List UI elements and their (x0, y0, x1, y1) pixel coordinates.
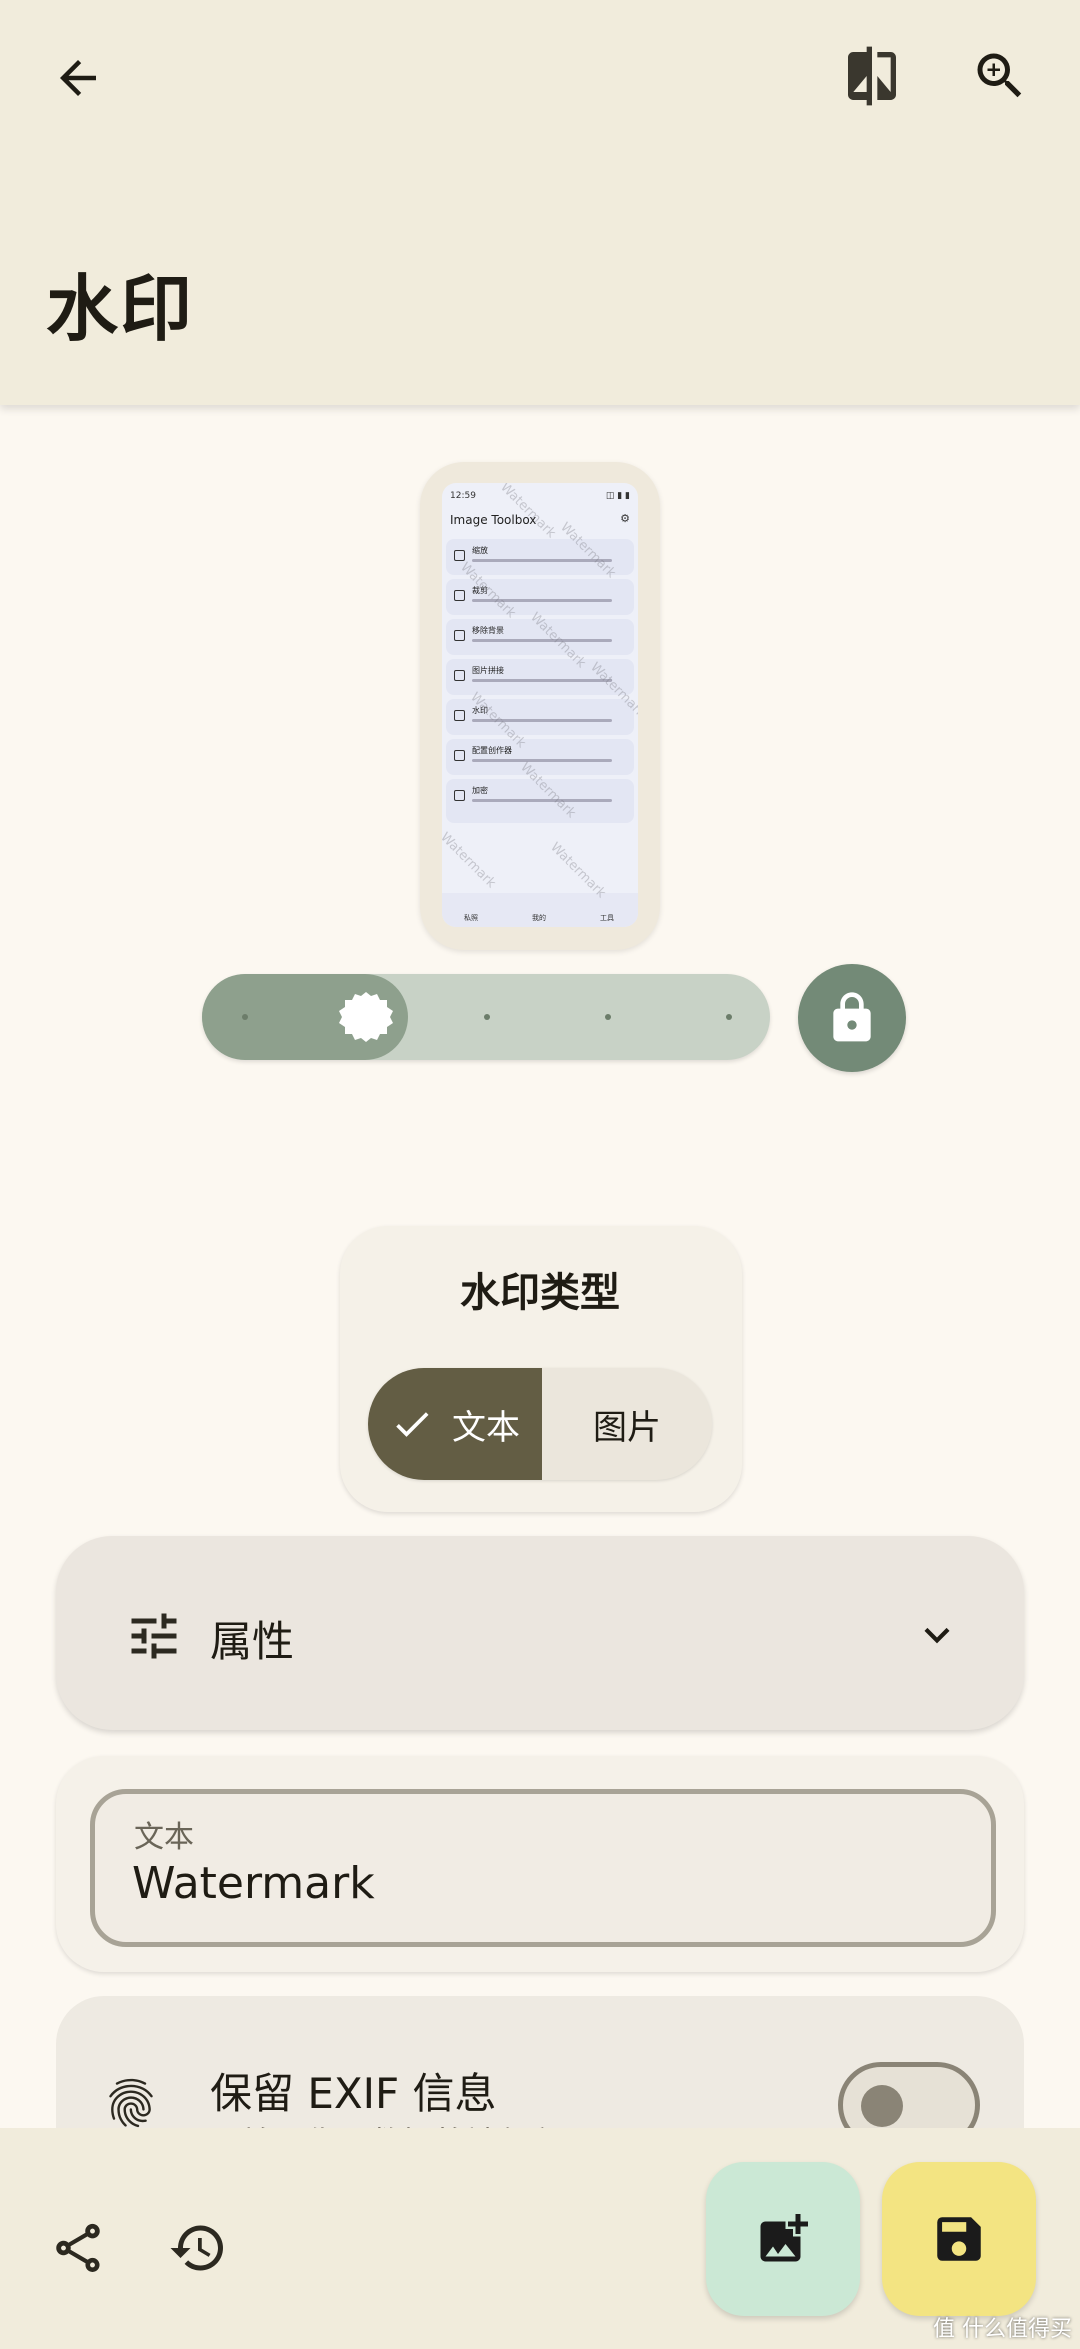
page-title: 水印 (46, 267, 195, 351)
zoom-in-icon (977, 53, 1022, 98)
preview-watermark: Watermark (442, 829, 499, 892)
lock-button[interactable] (798, 964, 906, 1072)
image-preview[interactable]: 12:59 ◫ ▮ ▮ Image Toolbox ⚙ 缩放 裁剪 移除背景 图… (442, 483, 638, 927)
compare-icon (848, 46, 896, 106)
fingerprint-icon (109, 2078, 153, 2128)
preview-nav-bar: 私照 我的 工具 (442, 893, 638, 927)
preview-status-time: 12:59 (450, 491, 476, 501)
source-watermark: 值 什么值得买 (933, 2317, 1072, 2342)
chevron-down-icon (924, 1627, 950, 1644)
save-button[interactable] (882, 2162, 1036, 2316)
history-button[interactable] (164, 2214, 232, 2282)
type-image-label: 图片 (593, 1407, 661, 1448)
preview-status-icons: ◫ ▮ ▮ (605, 491, 630, 501)
preview-gear-icon: ⚙ (620, 512, 630, 525)
type-image-option[interactable]: 图片 (542, 1368, 712, 1480)
slider-step-dot (242, 1014, 248, 1020)
type-text-option[interactable]: 文本 (368, 1368, 542, 1480)
save-icon (937, 2217, 981, 2261)
properties-label: 属性 (210, 1617, 295, 1666)
back-button[interactable] (44, 44, 112, 112)
share-icon (56, 2223, 100, 2272)
slider-step-dot (484, 1014, 490, 1020)
top-app-bar: 水印 (0, 0, 1080, 405)
lock-icon (833, 992, 871, 1042)
watermark-text-input[interactable] (132, 1858, 952, 1909)
add-image-button[interactable] (706, 2162, 860, 2316)
slider-thumb[interactable] (336, 990, 396, 1044)
tune-icon (131, 1613, 177, 1659)
arrow-back-icon (60, 60, 96, 96)
watermark-type-toggle: 文本 图片 (368, 1368, 712, 1480)
zoom-button[interactable] (964, 40, 1036, 112)
text-field-label: 文本 (134, 1820, 194, 1855)
properties-expander[interactable] (56, 1536, 1024, 1730)
keep-exif-title: 保留 EXIF 信息 (210, 2069, 497, 2118)
add-photo-icon (760, 2214, 808, 2262)
watermark-type-title: 水印类型 (460, 1270, 620, 1316)
type-text-label: 文本 (452, 1407, 520, 1448)
switch-knob (861, 2085, 903, 2127)
preview-list-item: 配置创作器 (446, 739, 634, 775)
share-button[interactable] (44, 2214, 112, 2282)
check-icon (396, 1412, 429, 1437)
preview-watermark: Watermark (547, 839, 609, 902)
history-icon (170, 2225, 223, 2271)
compare-button[interactable] (836, 40, 908, 112)
slider-step-dot (726, 1014, 732, 1020)
bottom-app-bar (0, 2128, 1080, 2349)
slider-step-dot (605, 1014, 611, 1020)
